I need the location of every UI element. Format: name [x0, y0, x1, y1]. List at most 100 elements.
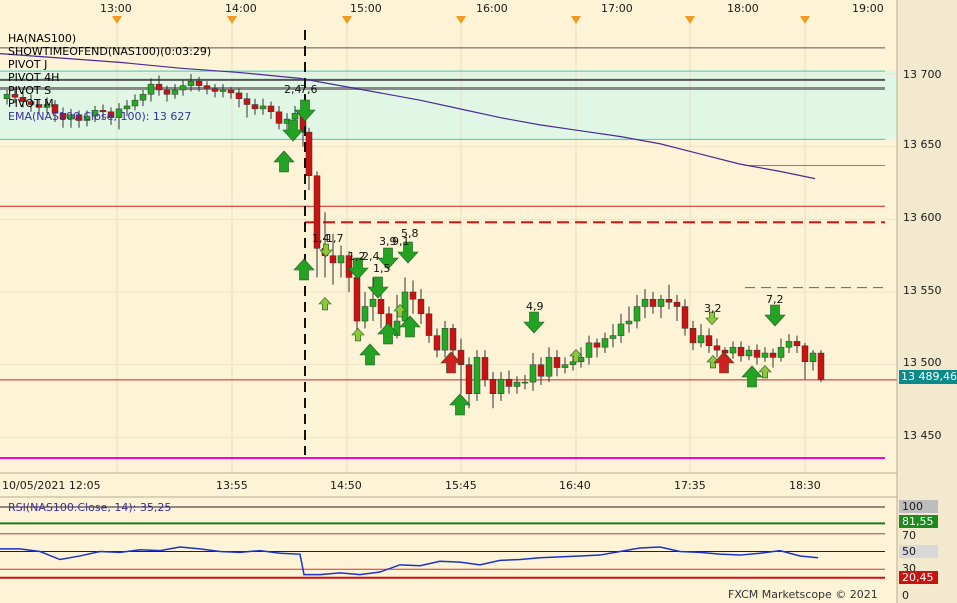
candle-body — [409, 291, 417, 300]
candle-body — [123, 105, 131, 110]
rsi-indicator-label[interactable]: RSI(NAS100.Close, 14): 35,25 — [8, 501, 171, 514]
indicator-pivot-4h-label[interactable]: PIVOT 4H — [8, 71, 59, 84]
signal-label: 7,2 — [766, 293, 784, 306]
indicator-pivot-j-label[interactable]: PIVOT J — [8, 58, 47, 71]
candle-body — [425, 313, 433, 336]
candle-body — [633, 306, 641, 322]
candle-body — [785, 341, 793, 348]
candle-body — [625, 320, 633, 325]
bottom-time-label: 18:30 — [789, 479, 821, 492]
candle-body — [665, 299, 673, 303]
candle-body — [235, 92, 243, 99]
signal-label: 4,9 — [526, 300, 544, 313]
candle-body — [171, 89, 179, 95]
candle-body — [585, 342, 593, 358]
candle-body — [131, 99, 139, 107]
y-tick-label: 13 700 — [903, 68, 942, 81]
candle-body — [473, 357, 481, 394]
candle-body — [657, 299, 665, 307]
candle-body — [433, 335, 441, 351]
indicator-showtime-label[interactable]: SHOWTIMEOFEND(NAS100)(0:03:29) — [8, 45, 211, 58]
rsi-tag-70: 70 — [902, 529, 916, 542]
candle-body — [521, 381, 529, 384]
candle-body — [617, 323, 625, 336]
indicator-ha-label[interactable]: HA(NAS100) — [8, 32, 76, 45]
candle-body — [369, 299, 377, 307]
top-time-label: 17:00 — [601, 2, 633, 15]
candle-body — [737, 346, 745, 357]
candle-body — [593, 342, 601, 348]
copyright-text: FXCM Marketscope © 2021 — [728, 588, 878, 601]
candle-body — [673, 301, 681, 307]
candle-body — [337, 255, 345, 264]
candle-body — [681, 306, 689, 329]
rsi-tag-upper: 81,55 — [899, 515, 938, 528]
y-tick-label: 13 500 — [903, 356, 942, 369]
signal-label: 3,2 — [704, 302, 722, 315]
candle-body — [545, 357, 553, 377]
rsi-tag-0: 0 — [902, 589, 909, 602]
candle-body — [721, 349, 729, 354]
candle-body — [329, 255, 337, 264]
candle-body — [601, 338, 609, 348]
chart-window: { "instrument": "NAS100", "indicators": … — [0, 0, 957, 603]
candle-body — [187, 81, 195, 86]
candle-body — [729, 346, 737, 354]
candle-body — [489, 378, 497, 394]
current-price-tag: 13 489,46 — [899, 370, 957, 384]
candle-body — [777, 346, 785, 358]
candle-body — [163, 89, 171, 95]
indicator-ema-label[interactable]: EMA(NAS100.Close, 100): 13 627 — [8, 110, 191, 123]
candle-body — [537, 364, 545, 377]
y-tick-label: 13 600 — [903, 211, 942, 224]
bottom-time-label: 10/05/2021 12:05 — [2, 479, 101, 492]
candle-body — [817, 352, 825, 380]
candle-body — [609, 335, 617, 339]
candle-body — [195, 81, 203, 86]
top-time-label: 19:00 — [852, 2, 884, 15]
signal-label: 7,6 — [300, 83, 318, 96]
candle-body — [513, 381, 521, 387]
top-time-label: 16:00 — [476, 2, 508, 15]
candle-body — [139, 94, 147, 101]
candle-body — [275, 111, 283, 124]
candle-body — [745, 349, 753, 357]
bottom-time-label: 17:35 — [674, 479, 706, 492]
top-time-label: 18:00 — [727, 2, 759, 15]
rsi-tag-50: 50 — [899, 545, 938, 558]
candle-body — [267, 105, 275, 113]
bottom-time-label: 15:45 — [445, 479, 477, 492]
top-time-label: 13:00 — [100, 2, 132, 15]
candle-body — [793, 341, 801, 347]
candle-body — [353, 277, 361, 322]
signal-label: 1,5 — [373, 262, 391, 275]
candle-body — [761, 352, 769, 358]
candle-body — [291, 112, 299, 120]
candle-body — [481, 357, 489, 380]
candle-body — [219, 89, 227, 92]
candle-body — [147, 83, 155, 95]
candle-body — [809, 352, 817, 363]
candle-body — [529, 364, 537, 383]
candle-body — [465, 364, 473, 394]
candle-body — [361, 306, 369, 322]
candle-body — [497, 378, 505, 394]
candle-body — [259, 105, 267, 110]
candle-body — [801, 345, 809, 363]
indicator-pivot-m-label[interactable]: PIVOT M — [8, 97, 54, 110]
bottom-time-label: 14:50 — [330, 479, 362, 492]
bottom-time-label: 13:55 — [216, 479, 248, 492]
candle-body — [227, 89, 235, 94]
candle-body — [641, 299, 649, 307]
indicator-pivot-s-label[interactable]: PIVOT S — [8, 84, 51, 97]
candle-body — [243, 98, 251, 105]
top-time-label: 14:00 — [225, 2, 257, 15]
candle-body — [179, 85, 187, 91]
candle-body — [305, 131, 313, 176]
top-time-label: 15:00 — [350, 2, 382, 15]
candle-body — [769, 352, 777, 358]
candle-body — [211, 88, 219, 92]
candle-body — [377, 299, 385, 315]
y-tick-label: 13 650 — [903, 138, 942, 151]
candle-body — [441, 328, 449, 351]
